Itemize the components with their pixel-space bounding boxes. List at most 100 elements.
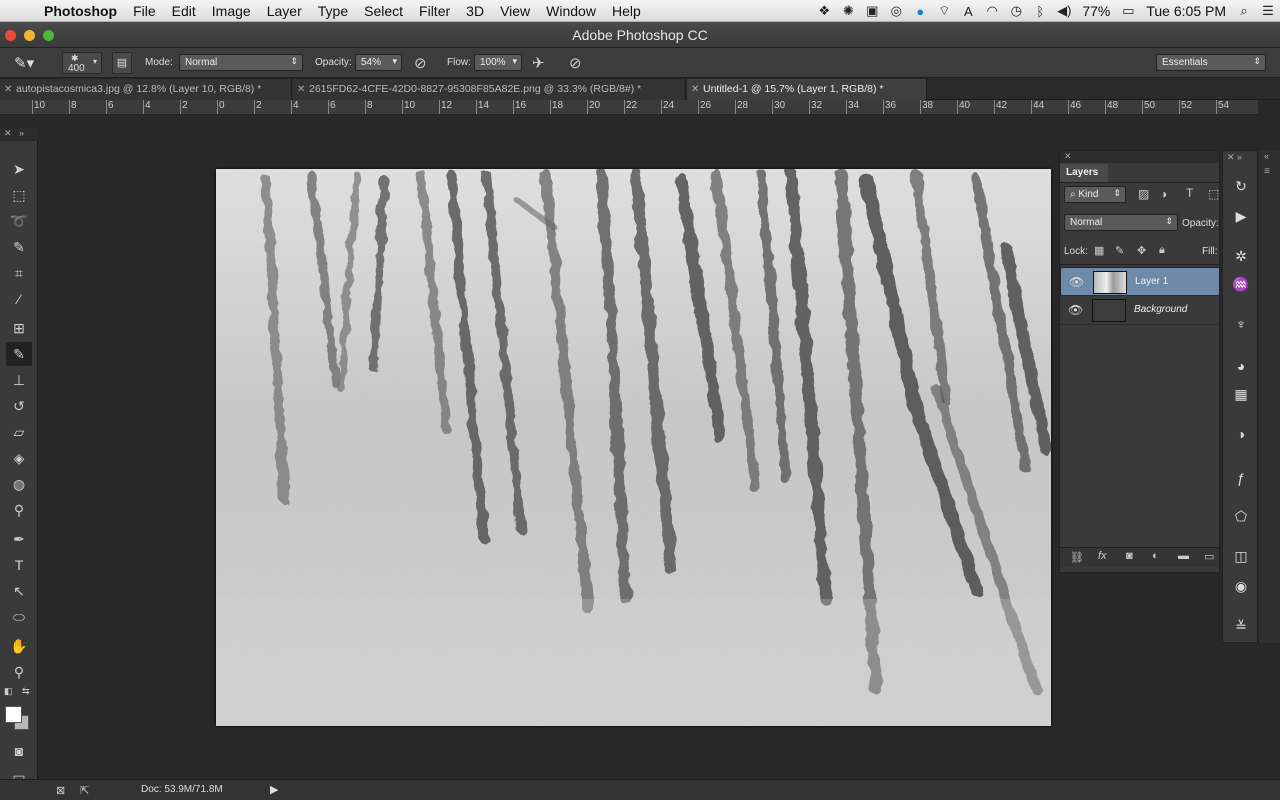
flow-field[interactable]: 100% ▾	[474, 54, 522, 71]
document-canvas[interactable]	[216, 169, 1051, 726]
volume-icon[interactable]: ◀)	[1052, 3, 1076, 19]
visibility-eye-icon[interactable]: 👁︎	[1069, 275, 1084, 289]
brush-presets-panel-icon[interactable]: ✲	[1229, 245, 1253, 267]
brush-tool-preset-icon[interactable]: ✎▾	[14, 54, 34, 72]
workspace-select[interactable]: Essentials ⇕	[1156, 54, 1266, 71]
menu-help[interactable]: Help	[604, 0, 649, 22]
zoom-tool-icon[interactable]: ⚲	[6, 660, 32, 684]
close-panel-icon[interactable]: ✕	[1064, 151, 1072, 162]
menu-edit[interactable]: Edit	[164, 0, 204, 22]
menu-layer[interactable]: Layer	[259, 0, 310, 22]
color-panel-icon[interactable]: ◕	[1229, 355, 1253, 377]
new-group-icon[interactable]: ▬	[1178, 550, 1189, 562]
layer-name[interactable]: Layer 1	[1135, 276, 1168, 287]
crop-tool-icon[interactable]: ⌗	[6, 261, 32, 285]
actions-panel-icon[interactable]: ▶	[1229, 205, 1253, 227]
healing-brush-tool-icon[interactable]: ⊞	[6, 316, 32, 340]
adjustments-panel-icon[interactable]: ◑	[1229, 423, 1253, 445]
clock[interactable]: Tue 6:05 PM	[1140, 3, 1232, 19]
styles-panel-icon[interactable]: ƒ	[1229, 467, 1253, 489]
path-selection-tool-icon[interactable]: ↖	[6, 579, 32, 603]
new-adjustment-icon[interactable]: ◐	[1152, 550, 1159, 562]
menu-type[interactable]: Type	[310, 0, 356, 22]
dropbox-icon[interactable]: ❖	[812, 3, 836, 19]
blur-tool-icon[interactable]: ◍	[6, 472, 32, 496]
new-layer-icon[interactable]: ▭	[1204, 550, 1214, 563]
menu-3d[interactable]: 3D	[458, 0, 492, 22]
menu-file[interactable]: File	[125, 0, 164, 22]
quick-selection-tool-icon[interactable]: ✎	[6, 235, 32, 259]
lock-pixels-icon[interactable]: ✎	[1115, 244, 1124, 257]
swap-colors-icon[interactable]: ⇆	[22, 686, 30, 697]
lasso-tool-icon[interactable]: ➰	[6, 209, 32, 233]
close-tab-icon[interactable]: ✕	[297, 79, 305, 100]
channels-panel-icon[interactable]: ◫	[1229, 545, 1253, 567]
tool-presets-panel-icon[interactable]: ♆	[1229, 313, 1253, 335]
paint-bucket-tool-icon[interactable]: ◈	[6, 446, 32, 470]
quick-mask-icon[interactable]: ◙	[6, 739, 32, 763]
panel-menu-icon[interactable]: ≡	[1264, 166, 1270, 177]
tab-untitled-1[interactable]: ✕ Untitled-1 @ 15.7% (Layer 1, RGB/8) *	[687, 79, 927, 100]
display-icon[interactable]: ▣	[860, 3, 884, 19]
notification-center-icon[interactable]: ☰	[1256, 3, 1280, 19]
default-colors-icon[interactable]: ◧	[4, 686, 13, 697]
type-filter-icon[interactable]: T	[1186, 186, 1193, 200]
adobe-icon[interactable]: A	[956, 4, 980, 19]
time-machine-icon[interactable]: ◷	[1004, 3, 1028, 19]
swatches-panel-icon[interactable]: ▦	[1229, 383, 1253, 405]
bluetooth-icon[interactable]: ᛒ	[1028, 4, 1052, 19]
doc-size-info[interactable]: Doc: 53.9M/71.8M	[141, 784, 223, 795]
menu-window[interactable]: Window	[538, 0, 604, 22]
shazam-icon[interactable]: ●	[908, 4, 932, 19]
clone-stamp-tool-icon[interactable]: ⊥	[6, 368, 32, 392]
dodge-tool-icon[interactable]: ⚲	[6, 498, 32, 522]
status-menu-arrow-icon[interactable]: ▶	[270, 783, 278, 796]
type-tool-icon[interactable]: T	[6, 553, 32, 577]
close-tab-icon[interactable]: ✕	[4, 79, 12, 100]
layers-tab[interactable]: Layers	[1060, 164, 1108, 182]
hand-tool-icon[interactable]: ✋	[6, 634, 32, 658]
eraser-tool-icon[interactable]: ▱	[6, 420, 32, 444]
brush-size-picker[interactable]: ✱ 400 ▾	[62, 52, 102, 74]
dock-header-icon[interactable]: ✕ »	[1227, 152, 1242, 163]
tab-png-file[interactable]: ✕ 2615FD62-4CFE-42D0-8827-95308F85A82E.p…	[293, 79, 686, 100]
menu-view[interactable]: View	[492, 0, 538, 22]
close-tab-icon[interactable]: ✕	[691, 79, 699, 100]
menu-select[interactable]: Select	[356, 0, 411, 22]
dock-scroll-area[interactable]: « ≡	[1259, 150, 1280, 643]
collapse-icon[interactable]: «	[1264, 151, 1269, 161]
battery-percent[interactable]: 77%	[1076, 3, 1116, 19]
share-icon[interactable]: ⊠	[56, 784, 65, 797]
history-panel-icon[interactable]: ↻	[1229, 175, 1253, 197]
horizontal-ruler[interactable]: 10 8 6 4 2 0 2 4 6 8 10 12 14 16 18 20 2…	[0, 100, 1258, 115]
brush-tool-icon[interactable]: ✎	[6, 342, 32, 366]
properties-panel-icon[interactable]: ≚	[1229, 615, 1253, 637]
eyedropper-tool-icon[interactable]: ⁄	[6, 287, 32, 311]
link-layers-icon[interactable]: ⛓	[1070, 551, 1084, 564]
history-brush-tool-icon[interactable]: ↺	[6, 394, 32, 418]
menu-image[interactable]: Image	[204, 0, 259, 22]
marquee-tool-icon[interactable]: ⬚	[6, 183, 32, 207]
add-mask-icon[interactable]: ◙	[1126, 550, 1133, 562]
antenna-icon[interactable]: ⌔	[932, 3, 956, 19]
spotlight-search-icon[interactable]: ⌕	[1232, 3, 1256, 19]
tab-autopista[interactable]: ✕ autopistacosmica3.jpg @ 12.8% (Layer 1…	[0, 79, 292, 100]
sync-icon[interactable]: ◎	[884, 3, 908, 19]
fx-icon[interactable]: fx	[1098, 550, 1107, 562]
blend-mode-select[interactable]: Normal ⇕	[1064, 214, 1178, 231]
panel-header[interactable]: ✕	[1060, 151, 1219, 163]
paths-panel-icon[interactable]: ⬠	[1229, 505, 1253, 527]
layer-filter-select[interactable]: ⌕ Kind ⇕	[1064, 186, 1126, 203]
pixel-filter-icon[interactable]: ▨	[1138, 187, 1149, 201]
lock-transparency-icon[interactable]: ▦	[1094, 244, 1104, 257]
adjustment-filter-icon[interactable]: ◑	[1160, 187, 1167, 201]
airbrush-icon[interactable]: ✈	[532, 54, 545, 72]
pressure-size-icon[interactable]: ⊘	[569, 54, 582, 72]
layer-row-background[interactable]: 👁︎ Background	[1060, 296, 1219, 325]
pressure-opacity-icon[interactable]: ⊘	[414, 54, 427, 72]
gear-status-icon[interactable]: ✺	[836, 3, 860, 19]
mode-select[interactable]: Normal ⇕	[179, 54, 303, 71]
lock-all-icon[interactable]: 🔒︎	[1159, 244, 1165, 257]
shape-filter-icon[interactable]: ⬚	[1208, 187, 1219, 201]
foreground-color-swatch[interactable]	[5, 706, 22, 723]
